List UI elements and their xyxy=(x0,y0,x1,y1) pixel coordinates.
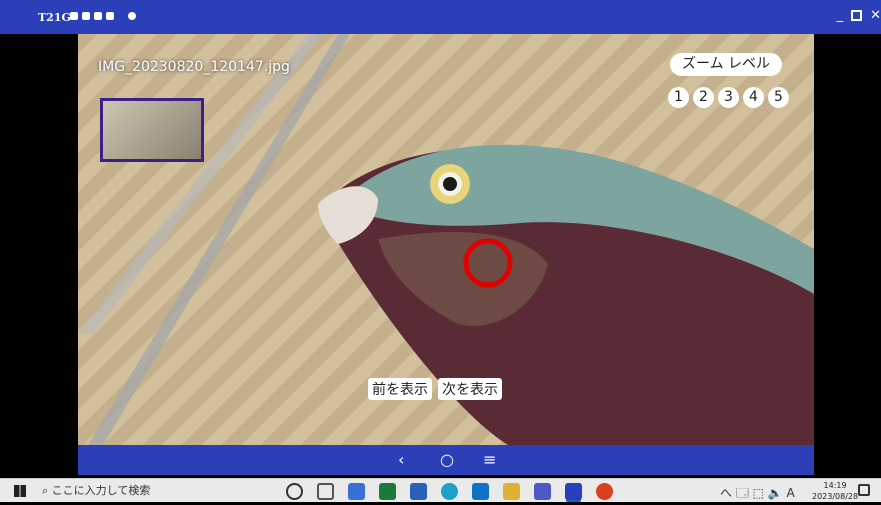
back-button[interactable]: ‹ xyxy=(398,450,404,469)
image-nav-buttons: 前を表示 次を表示 xyxy=(368,378,502,400)
windows-start-icon[interactable] xyxy=(14,485,26,497)
clock-date: 2023/08/28 xyxy=(812,492,859,501)
excel-icon[interactable] xyxy=(379,483,396,500)
search-icon: ⌕ xyxy=(42,484,52,497)
taskbar: ⌕ ここに入力して検索 へ 🗔 ⬚ 🔈 A 14:19 2023/08/28 xyxy=(0,478,881,502)
app-icon[interactable] xyxy=(596,483,613,500)
edge-icon[interactable] xyxy=(441,483,458,500)
home-button[interactable]: ○ xyxy=(440,450,454,469)
image-viewer[interactable]: IMG_20230820_120147.jpg ズーム レベル 1 2 3 4 … xyxy=(78,34,814,445)
close-button[interactable]: ✕ xyxy=(870,8,881,23)
gear-icon[interactable] xyxy=(128,12,136,20)
zoom-level-label: ズーム レベル xyxy=(670,53,782,76)
title-bar: T21G _ ✕ xyxy=(0,0,881,34)
cortana-icon[interactable] xyxy=(286,483,303,500)
clock[interactable]: 14:19 2023/08/28 xyxy=(812,480,858,502)
window-title: T21G xyxy=(38,11,71,24)
clock-time: 14:19 xyxy=(823,481,847,490)
word-icon[interactable] xyxy=(410,483,427,500)
zoom-level-2-button[interactable]: 2 xyxy=(693,87,714,108)
zoom-level-buttons: 1 2 3 4 5 xyxy=(668,87,789,108)
android-nav-bar: ‹ ○ ≡ xyxy=(78,445,814,475)
camera-icon[interactable] xyxy=(70,12,78,20)
minimize-button[interactable]: _ xyxy=(837,8,844,23)
next-image-button[interactable]: 次を表示 xyxy=(438,378,502,400)
thumbnail-preview[interactable] xyxy=(100,98,204,162)
taskbar-apps xyxy=(286,483,613,500)
search-placeholder: ここに入力して検索 xyxy=(51,484,151,497)
task-view-icon[interactable] xyxy=(317,483,334,500)
zoom-level-4-button[interactable]: 4 xyxy=(743,87,764,108)
image-filename: IMG_20230820_120147.jpg xyxy=(98,59,290,75)
maximize-button[interactable] xyxy=(851,10,863,21)
title-toolbar xyxy=(70,12,136,20)
zoom-level-3-button[interactable]: 3 xyxy=(718,87,739,108)
t21g-app-icon[interactable] xyxy=(565,483,582,500)
fullscreen-icon[interactable] xyxy=(106,12,114,20)
zoom-level-1-button[interactable]: 1 xyxy=(668,87,689,108)
zoom-level-5-button[interactable]: 5 xyxy=(768,87,789,108)
app-icon[interactable] xyxy=(348,483,365,500)
outlook-icon[interactable] xyxy=(472,483,489,500)
headset-icon[interactable] xyxy=(94,12,102,20)
notification-icon[interactable] xyxy=(858,484,870,496)
window-controls: _ ✕ xyxy=(837,8,881,23)
taskbar-search-box[interactable]: ⌕ ここに入力して検索 xyxy=(34,480,274,502)
video-icon[interactable] xyxy=(82,12,90,20)
teams-icon[interactable] xyxy=(534,483,551,500)
file-explorer-icon[interactable] xyxy=(503,483,520,500)
prev-image-button[interactable]: 前を表示 xyxy=(368,378,432,400)
recents-button[interactable]: ≡ xyxy=(483,450,496,469)
